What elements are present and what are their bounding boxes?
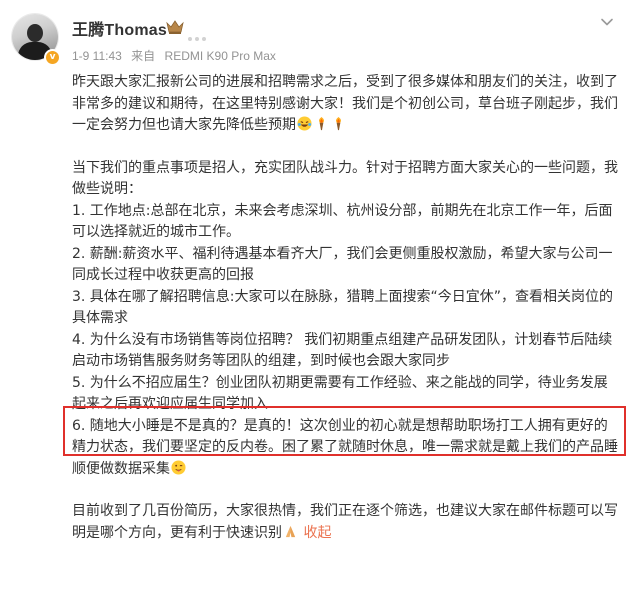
badge-dot-icon xyxy=(195,37,199,41)
post-paragraph-1: 昨天跟大家汇报新公司的进展和招聘需求之后，受到了很多媒体和朋友们的关注，收到了非… xyxy=(72,72,620,137)
post-closing: 目前收到了几百份简历，大家很热情，我们正在逐个筛选，也建议大家在邮件标题可以写明… xyxy=(72,501,620,544)
post-item-4: 4. 为什么没有市场销售等岗位招聘？ 我们初期重点组建产品研发团队，计划春节后陆… xyxy=(72,331,613,370)
post-item-6-text: 6. 随地大小睡是不是真的？是真的！这次创业的初心就是想帮助职场打工人拥有更好的… xyxy=(72,417,618,477)
praying-hands-emoji xyxy=(285,525,296,537)
badge-dot-icon xyxy=(202,37,206,41)
post-body: 昨天跟大家汇报新公司的进展和招聘需求之后，受到了很多媒体和朋友们的关注，收到了非… xyxy=(72,72,620,544)
post-meta: 1-9 11:43 来自 REDMI K90 Pro Max xyxy=(72,47,282,64)
member-badges[interactable] xyxy=(188,26,209,45)
post-source-prefix: 来自 xyxy=(131,49,156,63)
crown-icon[interactable] xyxy=(166,19,184,35)
post-time[interactable]: 1-9 11:43 xyxy=(72,49,122,63)
chevron-down-icon[interactable] xyxy=(600,15,614,29)
torch-emoji xyxy=(319,116,324,131)
avatar-head xyxy=(27,24,43,42)
author-name[interactable]: 王腾Thomas xyxy=(72,16,167,40)
verified-v-icon: v xyxy=(44,49,61,66)
post-item-6: 6. 随地大小睡是不是真的？是真的！这次创业的初心就是想帮助职场打工人拥有更好的… xyxy=(72,416,620,481)
badge-dot-icon xyxy=(188,37,192,41)
collapse-link[interactable]: 收起 xyxy=(303,525,331,541)
wink-tongue-emoji xyxy=(171,459,186,475)
torch-emoji xyxy=(336,116,341,131)
laughing-tears-emoji xyxy=(297,116,312,131)
post-closing-text: 目前收到了几百份简历，大家很热情，我们正在逐个筛选，也建议大家在邮件标题可以写明… xyxy=(72,503,618,541)
post-intro: 当下我们的重点事项是招人，充实团队战斗力。针对于招聘方面大家关心的一些问题，我做… xyxy=(72,159,618,198)
post-item-1: 1. 工作地点:总部在北京，未来会考虑深圳、杭州设分部，前期先在北京工作一年，后… xyxy=(72,202,613,241)
post-item-2: 2. 薪酬:薪资水平、福利待遇基本看齐大厂，我们会更侧重股权激励，希望大家与公司… xyxy=(72,245,613,284)
post-item-3: 3. 具体在哪了解招聘信息:大家可以在脉脉，猎聘上面搜索“今日宜休”，查看相关岗… xyxy=(72,288,614,327)
post-item-5: 5. 为什么不招应届生？创业团队初期更需要有工作经验、来之能战的同学，待业务发展… xyxy=(72,374,608,413)
post-device: REDMI K90 Pro Max xyxy=(164,49,276,63)
